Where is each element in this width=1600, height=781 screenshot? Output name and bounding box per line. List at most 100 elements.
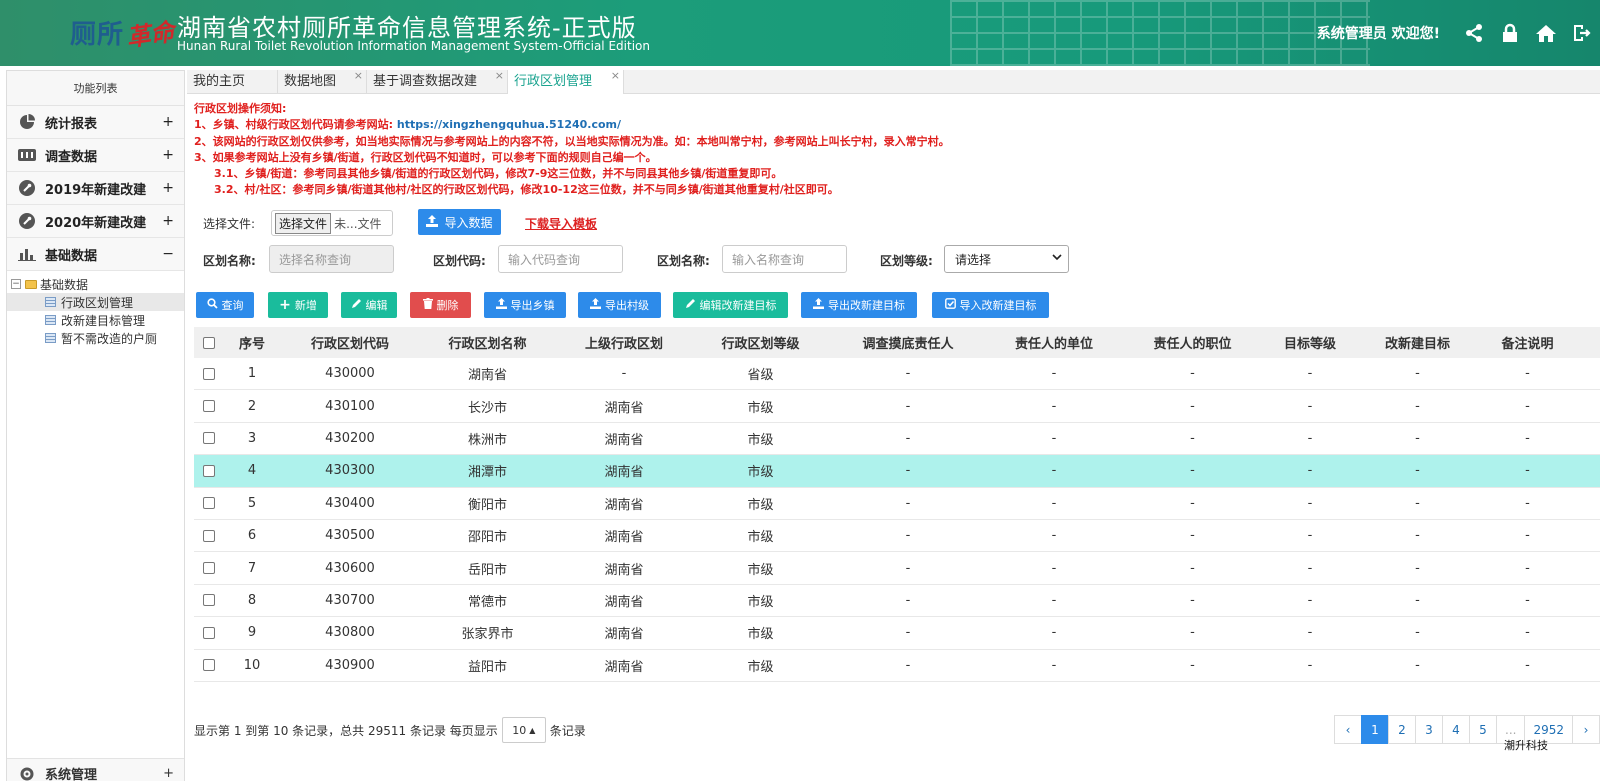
tab-data-map[interactable]: 数据地图 × bbox=[278, 69, 367, 94]
tree-item-label: 行政区划管理 bbox=[61, 295, 134, 310]
delete-button[interactable]: 删除 bbox=[410, 292, 471, 318]
search-row: 区划名称: 选择名称查询 区划代码: 输入代码查询 区划名称: 输入名称查询 区… bbox=[187, 245, 1087, 273]
col-header-surveyor[interactable]: 调查摸底责任人 bbox=[828, 333, 988, 352]
row-checkbox[interactable] bbox=[203, 562, 215, 575]
col-header-unit[interactable]: 责任人的单位 bbox=[988, 333, 1120, 352]
sidebar-item-survey[interactable]: 调查数据 + bbox=[7, 139, 184, 172]
next-page-button[interactable]: › bbox=[1572, 715, 1600, 744]
cell-code: 430200 bbox=[325, 430, 375, 446]
plus-icon: + bbox=[279, 297, 291, 313]
tree-item-no-renovation[interactable]: 暂不需改造的户厕 bbox=[7, 329, 184, 347]
import-target-button[interactable]: 导入改新建目标 bbox=[932, 292, 1049, 318]
logout-icon[interactable] bbox=[1564, 15, 1600, 51]
sidebar-item-statistics[interactable]: 统计报表 + bbox=[7, 106, 184, 139]
table-icon bbox=[45, 333, 56, 343]
col-header-level[interactable]: 行政区划等级 bbox=[693, 333, 828, 352]
page-button[interactable]: 4 bbox=[1442, 715, 1470, 744]
sidebar-item-system[interactable]: 系统管理 + bbox=[7, 758, 184, 781]
edit-target-button[interactable]: 编辑改新建目标 bbox=[673, 292, 788, 318]
row-checkbox[interactable] bbox=[203, 626, 215, 639]
prev-page-button[interactable]: ‹ bbox=[1334, 715, 1362, 744]
export-village-button[interactable]: 导出村级 bbox=[578, 292, 661, 318]
choose-file-button[interactable]: 选择文件 bbox=[275, 212, 332, 234]
share-icon[interactable] bbox=[1456, 15, 1492, 51]
expand-toggle[interactable]: + bbox=[162, 180, 174, 196]
table-row[interactable]: 10 430900 益阳市 湖南省 市级 - - - - - - bbox=[194, 650, 1600, 682]
cell-surveyor: - bbox=[905, 366, 911, 382]
division-level-select[interactable]: 请选择 bbox=[944, 245, 1069, 273]
page-button[interactable]: 1 bbox=[1361, 715, 1389, 744]
col-header-index[interactable]: 序号 bbox=[224, 333, 280, 352]
page-button[interactable]: 5 bbox=[1469, 715, 1497, 744]
row-checkbox[interactable] bbox=[203, 367, 215, 380]
division-name-input[interactable]: 输入名称查询 bbox=[722, 245, 847, 273]
col-header-target[interactable]: 改新建目标 bbox=[1355, 333, 1480, 352]
table-row[interactable]: 9 430800 张家界市 湖南省 市级 - - - - - - bbox=[194, 617, 1600, 650]
cell-parent: 湖南省 bbox=[604, 659, 644, 675]
table-row[interactable]: 4 430300 湘潭市 湖南省 市级 - - - - - - bbox=[194, 455, 1600, 488]
division-name-select-input[interactable]: 选择名称查询 bbox=[269, 245, 394, 273]
page-button[interactable]: 2 bbox=[1388, 715, 1416, 744]
close-icon[interactable]: × bbox=[354, 64, 363, 88]
row-checkbox[interactable] bbox=[203, 594, 215, 607]
table-row[interactable]: 3 430200 株洲市 湖南省 市级 - - - - - - bbox=[194, 423, 1600, 456]
tree-item-target-management[interactable]: 改新建目标管理 bbox=[7, 311, 184, 329]
table-row[interactable]: 6 430500 邵阳市 湖南省 市级 - - - - - - bbox=[194, 520, 1600, 553]
row-checkbox[interactable] bbox=[203, 529, 215, 542]
query-button[interactable]: 查询 bbox=[196, 292, 254, 318]
tree-collapse-toggle[interactable]: − bbox=[11, 279, 21, 289]
cell-target: - bbox=[1415, 495, 1420, 511]
tab-admin-division[interactable]: 行政区划管理 × bbox=[508, 69, 624, 94]
close-icon[interactable]: × bbox=[495, 64, 504, 88]
col-header-target-level[interactable]: 目标等级 bbox=[1265, 333, 1355, 352]
sidebar-item-basic-data[interactable]: 基础数据 − bbox=[7, 238, 184, 271]
cell-index: 2 bbox=[247, 398, 257, 414]
table-row[interactable]: 1 430000 湖南省 - 省级 - - - - - - bbox=[194, 358, 1600, 391]
row-checkbox[interactable] bbox=[203, 400, 215, 413]
file-input[interactable]: 选择文件 未...文件 bbox=[271, 210, 394, 236]
table-row[interactable]: 2 430100 长沙市 湖南省 市级 - - - - - - bbox=[194, 390, 1600, 423]
col-header-position[interactable]: 责任人的职位 bbox=[1120, 333, 1265, 352]
sidebar-item-2019-build[interactable]: 2019年新建改建 + bbox=[7, 172, 184, 205]
row-checkbox[interactable] bbox=[203, 432, 215, 445]
col-header-name[interactable]: 行政区划名称 bbox=[420, 333, 555, 352]
close-icon[interactable]: × bbox=[611, 64, 620, 88]
edit-button[interactable]: 编辑 bbox=[341, 292, 397, 318]
collapse-toggle[interactable]: − bbox=[162, 246, 174, 262]
table-row[interactable]: 5 430400 衡阳市 湖南省 市级 - - - - - - bbox=[194, 488, 1600, 520]
expand-toggle[interactable]: + bbox=[162, 213, 174, 229]
tree-item-admin-division[interactable]: 行政区划管理 bbox=[7, 293, 184, 311]
expand-toggle[interactable]: + bbox=[162, 114, 174, 130]
download-template-link[interactable]: 下载导入模板 bbox=[525, 215, 597, 232]
select-all-checkbox[interactable] bbox=[203, 336, 215, 349]
expand-toggle[interactable]: + bbox=[162, 147, 174, 163]
table-row[interactable]: 8 430700 常德市 湖南省 市级 - - - - - - bbox=[194, 585, 1600, 618]
row-checkbox[interactable] bbox=[203, 659, 215, 672]
add-button[interactable]: + 新增 bbox=[268, 292, 328, 318]
tree-root-basic-data[interactable]: − 基础数据 bbox=[7, 275, 184, 293]
row-checkbox[interactable] bbox=[203, 464, 215, 477]
sidebar-item-2020-build[interactable]: 2020年新建改建 + bbox=[7, 205, 184, 238]
cell-position: - bbox=[1190, 366, 1195, 382]
page-button[interactable]: 3 bbox=[1415, 715, 1443, 744]
col-header-code[interactable]: 行政区划代码 bbox=[280, 333, 420, 352]
home-icon[interactable] bbox=[1528, 15, 1564, 51]
tab-home[interactable]: 我的主页 bbox=[187, 70, 278, 94]
col-header-parent[interactable]: 上级行政区划 bbox=[555, 333, 693, 352]
import-data-button[interactable]: 导入数据 bbox=[418, 209, 501, 235]
expand-toggle[interactable]: + bbox=[163, 766, 174, 781]
division-code-input[interactable]: 输入代码查询 bbox=[498, 245, 623, 273]
export-town-button[interactable]: 导出乡镇 bbox=[484, 292, 566, 318]
reference-link[interactable]: https://xingzhengquhua.51240.com/ bbox=[397, 118, 621, 131]
export-target-button[interactable]: 导出改新建目标 bbox=[801, 292, 917, 318]
page-size-dropdown[interactable]: 10 ▲ bbox=[501, 717, 546, 743]
cell-target: - bbox=[1415, 560, 1420, 576]
table-icon bbox=[45, 315, 56, 325]
tab-survey-rebuild[interactable]: 基于调查数据改建 × bbox=[367, 69, 508, 94]
tab-label: 我的主页 bbox=[193, 74, 246, 89]
row-checkbox[interactable] bbox=[203, 497, 215, 510]
col-header-remark[interactable]: 备注说明 bbox=[1480, 333, 1575, 352]
table-row[interactable]: 7 430600 岳阳市 湖南省 市级 - - - - - - bbox=[194, 552, 1600, 585]
cell-target: - bbox=[1415, 528, 1420, 544]
lock-icon[interactable] bbox=[1492, 15, 1528, 51]
